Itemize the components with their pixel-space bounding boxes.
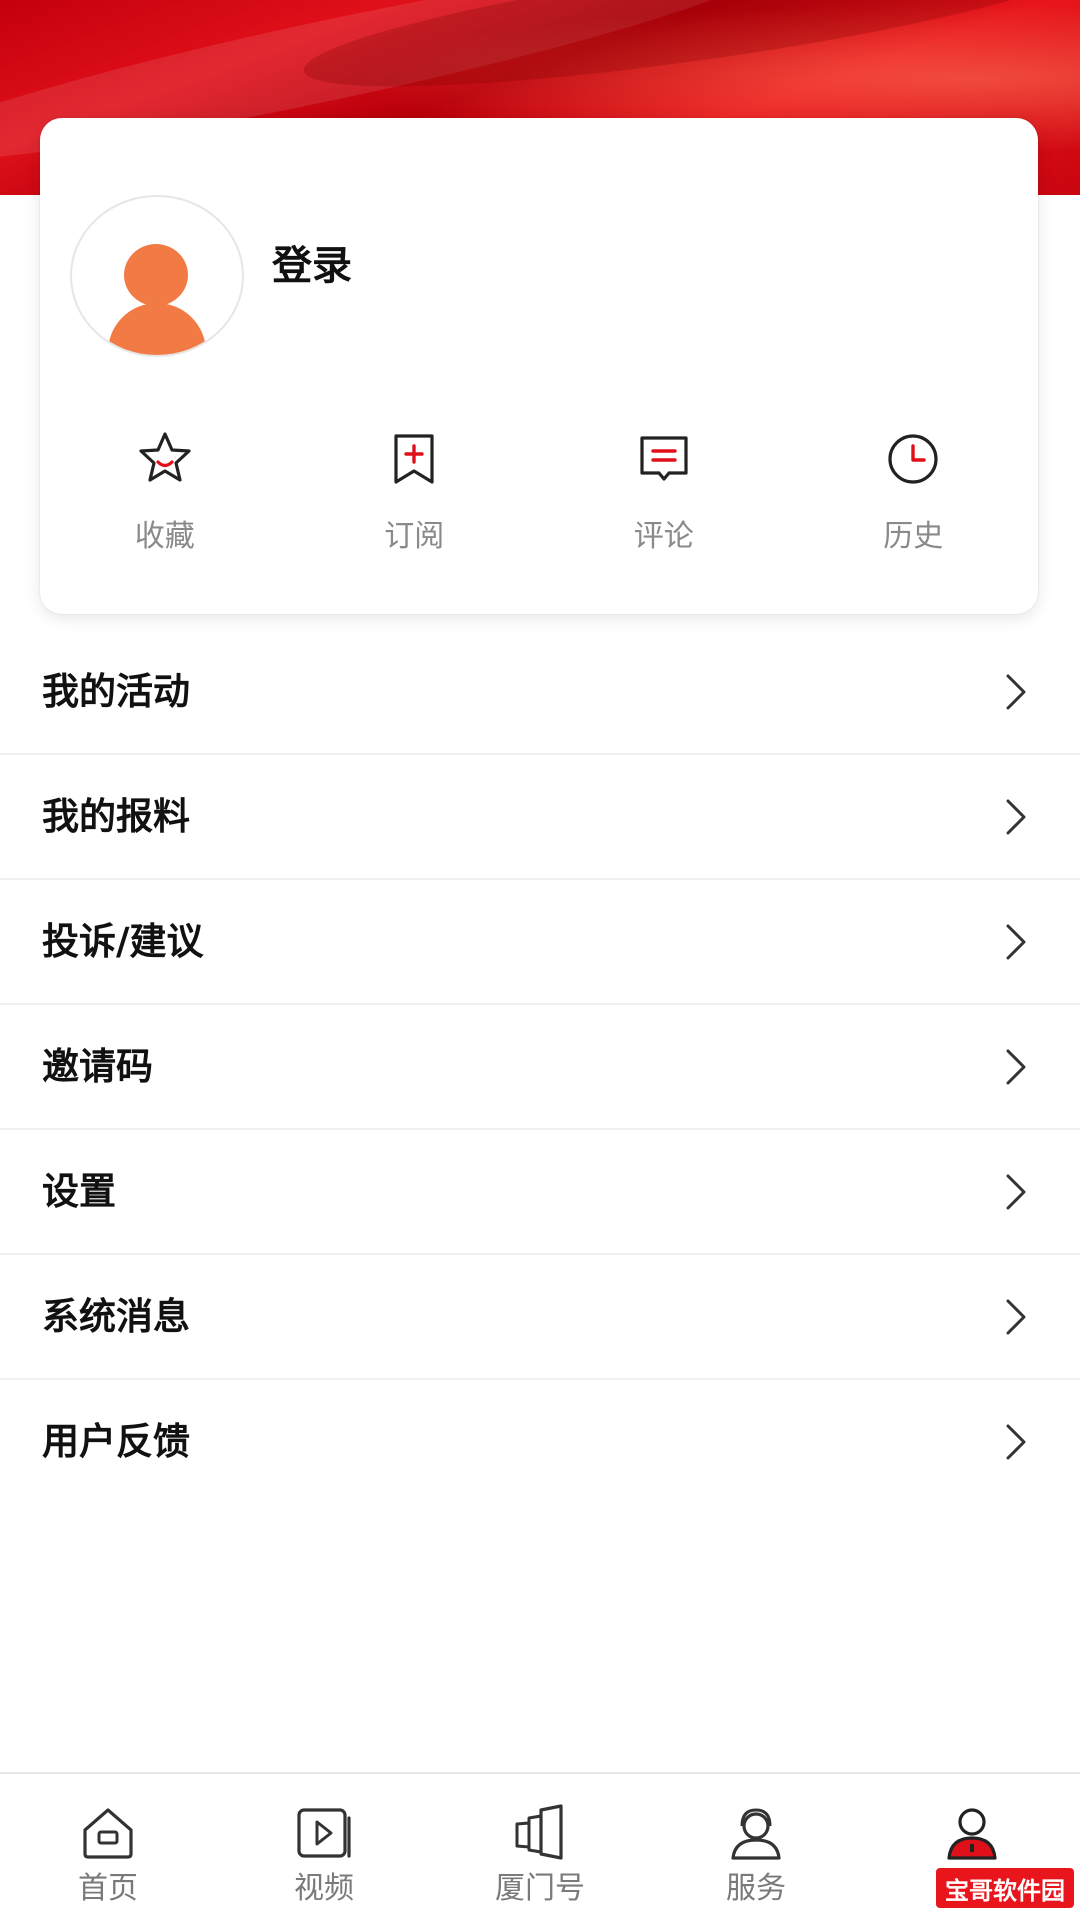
chevron-right-icon (1006, 1174, 1026, 1210)
login-link[interactable]: 登录 (272, 246, 352, 286)
quick-action-label: 历史 (883, 519, 944, 554)
clock-icon (888, 434, 938, 484)
chevron-right-icon (1006, 1049, 1026, 1085)
menu-item-complaints[interactable]: 投诉/建议 (0, 880, 1080, 1005)
quick-action-subscribe[interactable]: 订阅 (290, 428, 540, 588)
settings-menu: 我的活动 我的报料 投诉/建议 邀请码 设置 系统消息 用户反馈 (0, 630, 1080, 1503)
tab-label: 视频 (294, 1871, 354, 1906)
tab-home[interactable]: 首页 (0, 1774, 216, 1922)
quick-actions: 收藏 订阅 评论 历史 (40, 428, 1038, 588)
quick-action-label: 订阅 (384, 519, 445, 554)
menu-item-label: 系统消息 (42, 1295, 190, 1338)
menu-item-label: 用户反馈 (42, 1420, 190, 1463)
video-icon (297, 1808, 351, 1858)
chevron-right-icon (1006, 1424, 1026, 1460)
tab-label: 厦门号 (495, 1871, 585, 1906)
avatar[interactable] (70, 195, 244, 357)
tab-service[interactable]: 服务 (648, 1774, 864, 1922)
home-icon (83, 1808, 133, 1859)
menu-item-label: 投诉/建议 (42, 920, 204, 963)
tab-label: 首页 (78, 1871, 138, 1906)
service-icon (731, 1808, 781, 1860)
profile-card: 登录 收藏 订阅 评论 历史 (40, 118, 1038, 614)
quick-action-label: 评论 (633, 519, 694, 554)
menu-item-system-messages[interactable]: 系统消息 (0, 1255, 1080, 1380)
star-icon (139, 432, 191, 482)
menu-item-invite-code[interactable]: 邀请码 (0, 1005, 1080, 1130)
watermark: 宝哥软件园 (936, 1868, 1074, 1908)
chevron-right-icon (1006, 799, 1026, 835)
menu-item-label: 邀请码 (42, 1045, 153, 1088)
chevron-right-icon (1006, 924, 1026, 960)
user-icon (947, 1808, 997, 1860)
menu-item-my-reports[interactable]: 我的报料 (0, 755, 1080, 880)
quick-action-label: 收藏 (134, 519, 195, 554)
menu-item-my-activities[interactable]: 我的活动 (0, 630, 1080, 755)
bottom-tab-bar: 首页 视频 厦门号 服务 我的 (0, 1772, 1080, 1922)
columns-icon (515, 1804, 563, 1860)
quick-action-comments[interactable]: 评论 (539, 428, 789, 588)
menu-item-settings[interactable]: 设置 (0, 1130, 1080, 1255)
avatar-body (108, 303, 206, 355)
tab-label: 服务 (726, 1871, 786, 1906)
quick-action-history[interactable]: 历史 (789, 428, 1039, 588)
tab-xiamen[interactable]: 厦门号 (432, 1774, 648, 1922)
chevron-right-icon (1006, 674, 1026, 710)
bookmark-plus-icon (394, 434, 434, 484)
menu-item-label: 我的报料 (42, 795, 190, 838)
menu-item-feedback[interactable]: 用户反馈 (0, 1380, 1080, 1503)
tab-video[interactable]: 视频 (216, 1774, 432, 1922)
comment-icon (640, 436, 688, 481)
chevron-right-icon (1006, 1299, 1026, 1335)
menu-item-label: 我的活动 (42, 670, 190, 713)
quick-action-favorites[interactable]: 收藏 (40, 428, 290, 588)
menu-item-label: 设置 (42, 1170, 116, 1213)
avatar-head (124, 244, 188, 306)
